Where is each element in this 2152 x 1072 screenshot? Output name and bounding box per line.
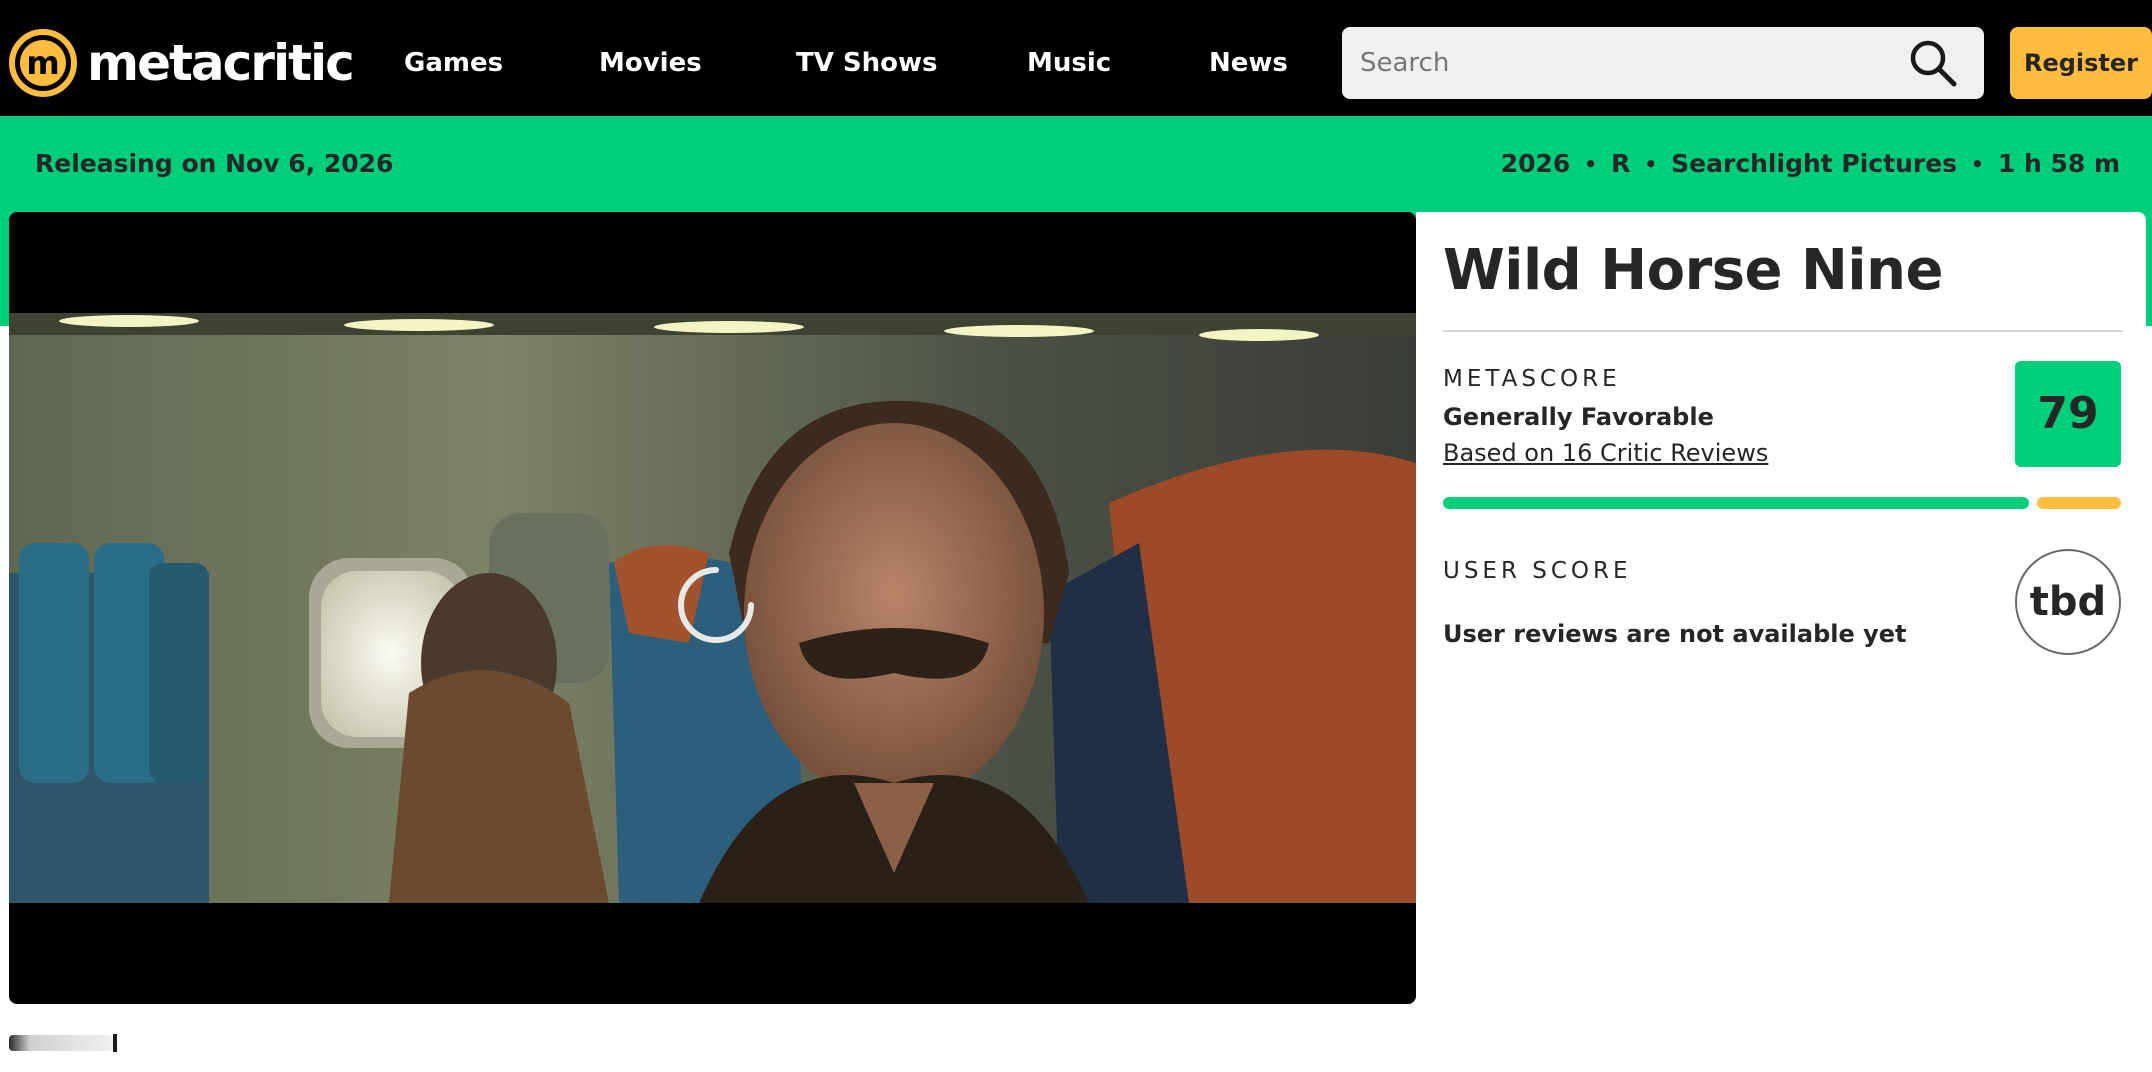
divider: [1443, 330, 2123, 332]
release-date: Releasing on Nov 6, 2026: [35, 149, 394, 178]
separator-dot: •: [1644, 152, 1658, 176]
studio-name: Searchlight Pictures: [1671, 149, 1958, 178]
metacritic-logo-icon: m: [9, 29, 77, 97]
metacritic-logo[interactable]: m metacritic: [9, 29, 355, 97]
user-score-message: User reviews are not available yet: [1443, 620, 1907, 648]
metascore-label: METASCORE: [1443, 366, 1621, 392]
logo-wordmark: metacritic: [87, 34, 355, 92]
nav-games[interactable]: Games: [404, 40, 503, 86]
product-details: 2026 • R • Searchlight Pictures • 1 h 58…: [1501, 144, 2120, 184]
register-button[interactable]: Register: [2010, 27, 2152, 99]
svg-text:m: m: [26, 44, 59, 82]
user-score-label: USER SCORE: [1443, 558, 1632, 584]
separator-dot: •: [1971, 152, 1984, 176]
top-navigation: m metacritic Games Movies TV Shows Music…: [0, 0, 2152, 116]
loading-spinner-icon: [678, 567, 754, 643]
page-title: Wild Horse Nine: [1443, 238, 1943, 303]
nav-music[interactable]: Music: [1027, 40, 1111, 86]
search-icon[interactable]: [1908, 38, 1958, 88]
carousel-thumbnail-strip[interactable]: [9, 1032, 119, 1054]
user-score-badge[interactable]: tbd: [2015, 549, 2121, 655]
positive-reviews-segment: [1443, 497, 2029, 509]
nav-tv-shows[interactable]: TV Shows: [796, 40, 938, 86]
metascore-badge[interactable]: 79: [2015, 361, 2121, 467]
runtime: 1 h 58 m: [1997, 149, 2120, 178]
content-rating: R: [1611, 149, 1631, 178]
search-input[interactable]: [1342, 27, 1902, 99]
nav-news[interactable]: News: [1209, 40, 1288, 86]
mixed-reviews-segment: [2037, 497, 2121, 509]
nav-movies[interactable]: Movies: [599, 40, 702, 86]
trailer-video-player[interactable]: [9, 212, 1416, 1004]
critic-reviews-link[interactable]: Based on 16 Critic Reviews: [1443, 436, 1768, 470]
separator-dot: •: [1584, 152, 1598, 176]
review-distribution-bar: [1443, 497, 2121, 509]
release-year: 2026: [1500, 149, 1571, 178]
search-box: [1342, 27, 1984, 99]
metascore-sentiment: Generally Favorable: [1443, 403, 1714, 431]
